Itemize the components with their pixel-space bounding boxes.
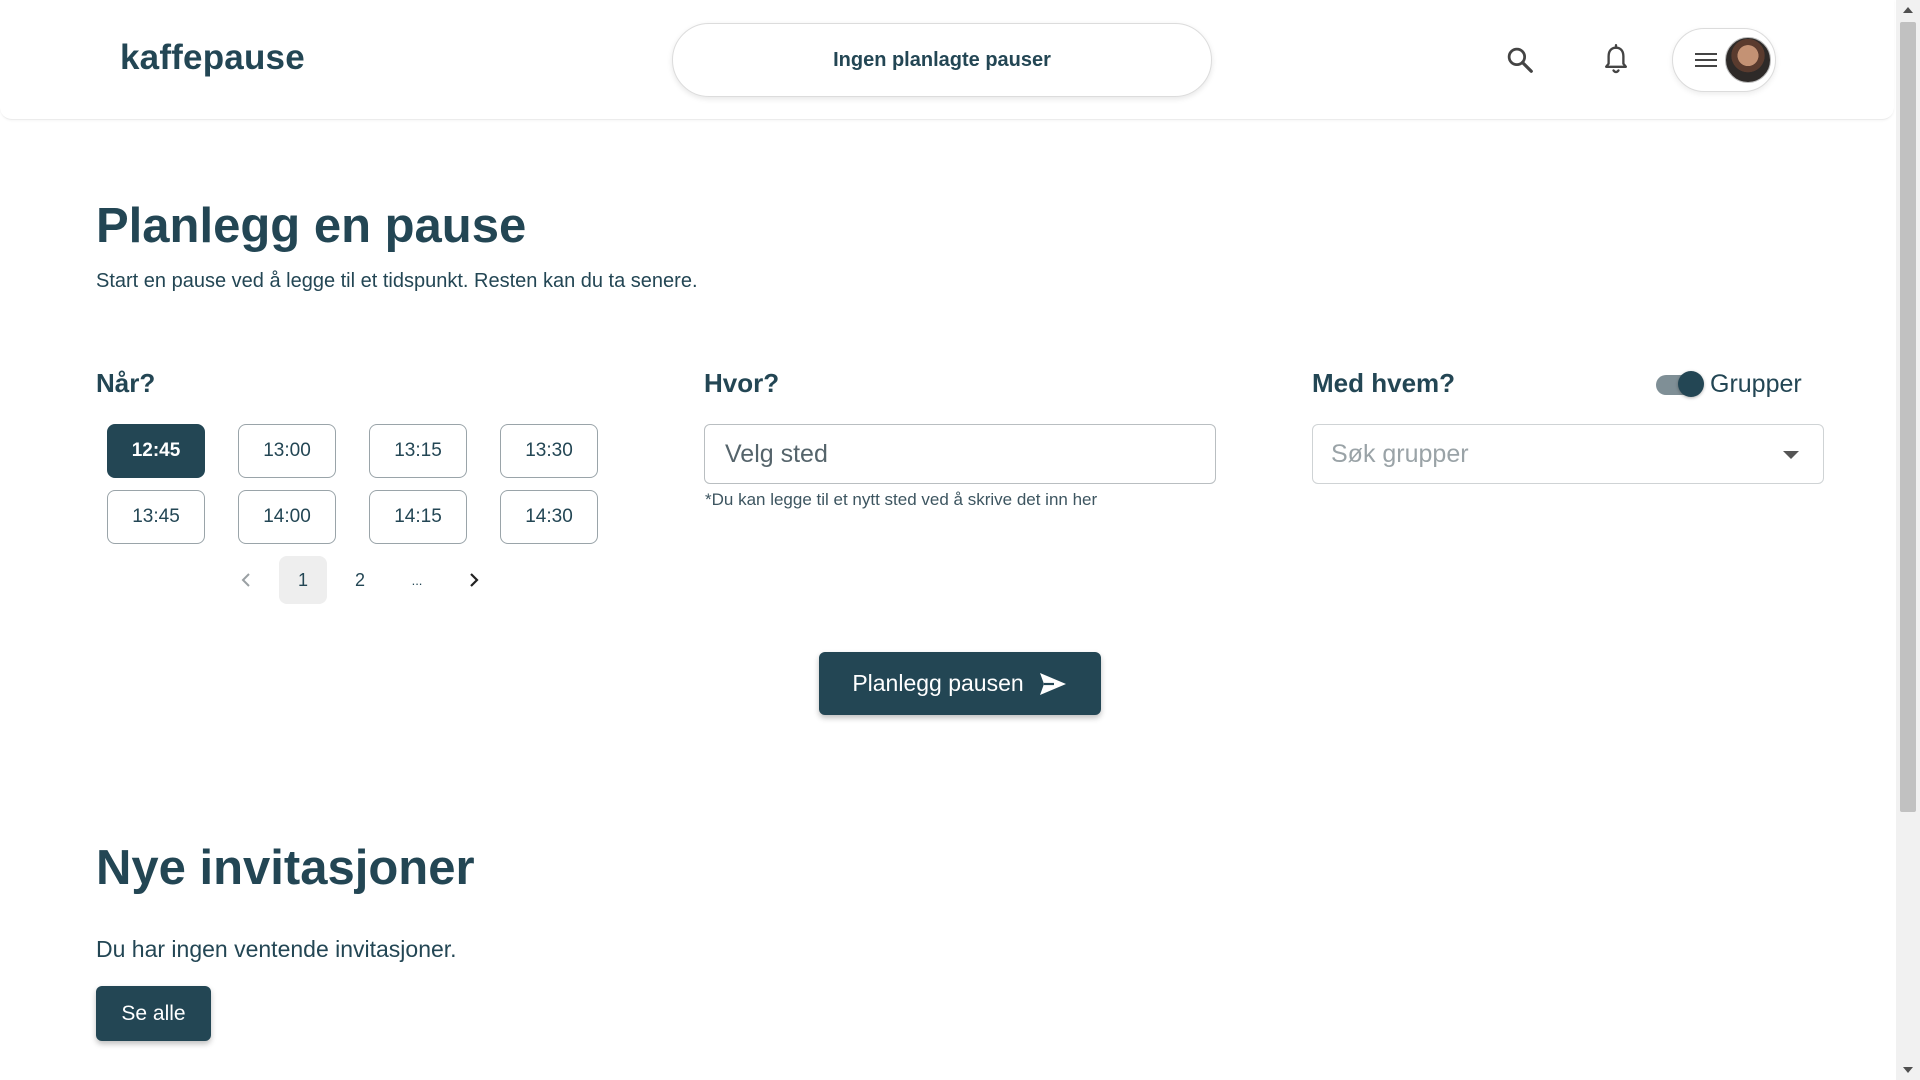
app-viewport: kaffepause Ingen planlagte pauser Planle… — [0, 0, 1896, 1080]
invitations-title: Nye invitasjoner — [96, 841, 475, 895]
hamburger-menu-icon — [1695, 53, 1717, 67]
group-search-select[interactable]: Søk grupper — [1312, 424, 1824, 484]
notifications-button[interactable] — [1594, 38, 1638, 82]
pagination-page-current[interactable]: 1 — [279, 556, 327, 604]
search-button[interactable] — [1498, 38, 1542, 82]
invitations-empty-text: Du har ingen ventende invitasjoner. — [96, 936, 457, 962]
chevron-right-icon — [470, 573, 479, 587]
time-option[interactable]: 13:15 — [369, 424, 467, 478]
pagination-prev-button[interactable] — [222, 556, 270, 604]
user-avatar — [1725, 37, 1771, 83]
chevron-down-icon — [1783, 451, 1799, 459]
time-option[interactable]: 13:00 — [238, 424, 336, 478]
pagination-page[interactable]: 2 — [336, 556, 384, 604]
top-header: kaffepause Ingen planlagte pauser — [0, 0, 1894, 120]
time-option[interactable]: 14:15 — [369, 490, 467, 544]
app-logo[interactable]: kaffepause — [120, 38, 305, 78]
time-option-selected[interactable]: 12:45 — [107, 424, 205, 478]
groups-toggle-label: Grupper — [1710, 370, 1802, 398]
search-icon — [1507, 47, 1533, 73]
groups-toggle-wrap: Grupper — [1656, 370, 1802, 399]
plan-break-button-label: Planlegg pausen — [852, 670, 1024, 696]
plan-title: Planlegg en pause — [96, 199, 527, 253]
location-hint: *Du kan legge til et nytt sted ved å skr… — [705, 490, 1098, 509]
time-option[interactable]: 13:30 — [500, 424, 598, 478]
time-pagination: 1 2 ... — [222, 556, 507, 604]
scroll-down-arrow[interactable] — [1896, 1060, 1920, 1080]
chevron-left-icon — [241, 573, 250, 587]
toggle-knob — [1678, 370, 1704, 397]
status-pill[interactable]: Ingen planlagte pauser — [672, 23, 1212, 97]
scroll-down-icon — [1903, 1067, 1913, 1073]
time-option[interactable]: 14:00 — [238, 490, 336, 544]
scroll-up-icon — [1903, 7, 1913, 13]
when-label: Når? — [96, 368, 156, 398]
bell-icon — [1604, 44, 1628, 74]
status-pill-text: Ingen planlagte pauser — [833, 48, 1051, 71]
plan-subtitle: Start en pause ved å legge til et tidspu… — [96, 270, 698, 292]
groups-toggle[interactable] — [1656, 370, 1704, 397]
scroll-up-arrow[interactable] — [1896, 0, 1920, 20]
scrollbar-thumb[interactable] — [1900, 22, 1916, 812]
time-option[interactable]: 13:45 — [107, 490, 205, 544]
page-scrollbar[interactable] — [1896, 0, 1920, 1080]
pagination-ellipsis: ... — [411, 572, 423, 588]
user-menu-button[interactable] — [1672, 28, 1776, 92]
group-search-placeholder: Søk grupper — [1331, 439, 1469, 468]
pagination-next-button[interactable] — [450, 556, 498, 604]
with-whom-label: Med hvem? — [1312, 368, 1456, 398]
send-icon — [1039, 672, 1066, 695]
time-option[interactable]: 14:30 — [500, 490, 598, 544]
where-label: Hvor? — [704, 368, 780, 398]
location-input[interactable] — [704, 424, 1216, 484]
plan-break-button[interactable]: Planlegg pausen — [819, 652, 1101, 715]
see-all-button[interactable]: Se alle — [96, 986, 211, 1041]
